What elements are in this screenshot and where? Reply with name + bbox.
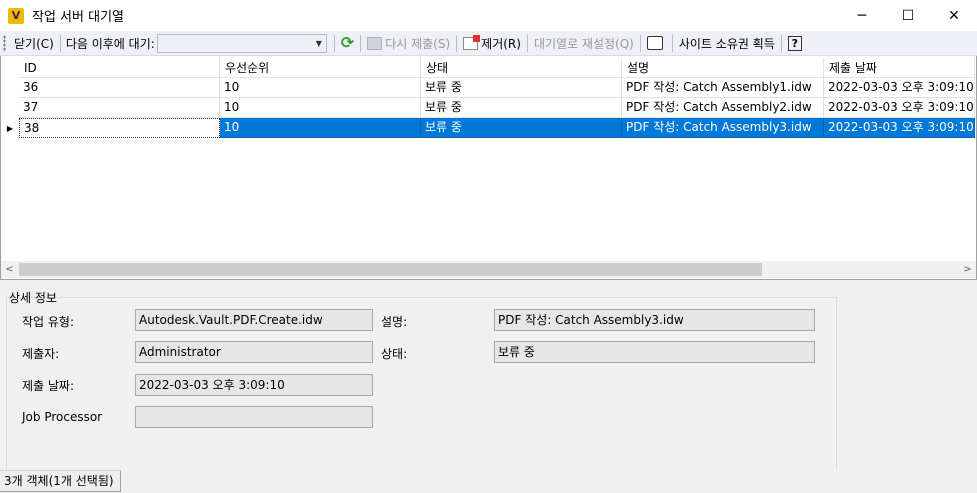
submit-date-label: 제출 날짜: — [22, 379, 75, 393]
row-indicator — [1, 78, 19, 98]
cell-status[interactable]: 보류 중 — [421, 78, 622, 98]
title-bar: V 작업 서버 대기열 ─ ☐ ✕ — [0, 0, 977, 31]
close-window-button[interactable]: ✕ — [931, 0, 977, 31]
details-title: 상세 정보 — [9, 291, 57, 305]
toolbar-separator — [59, 34, 61, 52]
job-type-label: 작업 유형: — [22, 315, 75, 329]
site-ownership-button[interactable]: 사이트 소유권 획득 — [676, 33, 778, 54]
remove-icon — [463, 34, 481, 50]
chevron-down-icon[interactable]: ▼ — [312, 35, 326, 52]
description-field[interactable]: PDF 작성: Catch Assembly3.idw — [494, 309, 815, 331]
help-icon: ? — [787, 35, 802, 51]
submit-date-field[interactable]: 2022-03-03 오후 3:09:10 — [135, 374, 373, 396]
column-header-id[interactable]: ID — [19, 58, 220, 78]
column-header-description[interactable]: 설명 — [622, 58, 824, 78]
toolbar-separator — [780, 34, 782, 52]
column-header-submit-date[interactable]: 제출 날짜 — [824, 58, 975, 78]
horizontal-scrollbar[interactable]: < > — [1, 261, 976, 278]
window-title: 작업 서버 대기열 — [32, 10, 124, 25]
cell-description[interactable]: PDF 작성: Catch Assembly1.idw — [622, 78, 824, 98]
cell-priority[interactable]: 10 — [220, 98, 421, 118]
cell-status[interactable]: 보류 중 — [421, 118, 622, 138]
scroll-right-icon[interactable]: > — [959, 261, 976, 278]
column-header-priority[interactable]: 우선순위 — [220, 58, 421, 78]
description-label: 설명: — [381, 315, 408, 329]
print-button[interactable] — [644, 33, 669, 54]
status-text: 3개 객체(1개 선택됨) — [0, 470, 121, 492]
table-row[interactable]: 36 10 보류 중 PDF 작성: Catch Assembly1.idw 2… — [1, 78, 977, 98]
submitter-field[interactable]: Administrator — [135, 341, 373, 363]
cell-submit-date[interactable]: 2022-03-03 오후 3:09:10 — [824, 98, 975, 118]
refresh-button[interactable]: ⟳ — [338, 33, 357, 54]
status-field[interactable]: 보류 중 — [494, 341, 815, 363]
job-queue-grid: ID 우선순위 상태 설명 제출 날짜 36 10 보류 중 PDF 작성: C… — [0, 56, 977, 280]
toolbar-separator — [333, 34, 335, 52]
maximize-button[interactable]: ☐ — [885, 0, 931, 31]
job-processor-label: Job Processor — [22, 410, 103, 424]
scroll-left-icon[interactable]: < — [1, 261, 18, 278]
cell-submit-date[interactable]: 2022-03-03 오후 3:09:10 — [824, 78, 975, 98]
cell-priority[interactable]: 10 — [220, 118, 421, 138]
close-button[interactable]: 닫기(C) — [11, 33, 57, 54]
vault-app-icon: V — [8, 7, 24, 24]
toolbar-separator — [639, 34, 641, 52]
table-row-selected[interactable]: ▶ 38 10 보류 중 PDF 작성: Catch Assembly3.idw… — [1, 118, 977, 138]
toolbar-separator — [360, 34, 362, 52]
toolbar: 닫기(C) 다음 이후에 대기: ▼ ⟳ 다시 제출(S) 제거(R) 대기열로… — [0, 31, 977, 56]
table-row[interactable]: 37 10 보류 중 PDF 작성: Catch Assembly2.idw 2… — [1, 98, 977, 118]
cell-description[interactable]: PDF 작성: Catch Assembly3.idw — [622, 118, 824, 138]
window-controls: ─ ☐ ✕ — [839, 0, 977, 31]
resubmit-icon — [367, 36, 383, 50]
toolbar-separator — [526, 34, 528, 52]
submitter-label: 제출자: — [22, 347, 60, 361]
remove-button[interactable]: 제거(R) — [460, 33, 524, 54]
cell-description[interactable]: PDF 작성: Catch Assembly2.idw — [622, 98, 824, 118]
job-processor-field[interactable] — [135, 406, 373, 428]
details-panel: 상세 정보 작업 유형: Autodesk.Vault.PDF.Create.i… — [0, 281, 977, 470]
help-button[interactable]: ? — [785, 33, 805, 54]
wait-after-combo[interactable]: ▼ — [156, 33, 327, 53]
job-queue-window: V 작업 서버 대기열 ─ ☐ ✕ 닫기(C) 다음 이후에 대기: ▼ ⟳ 다… — [0, 0, 977, 493]
scrollbar-thumb[interactable] — [19, 263, 762, 276]
minimize-button[interactable]: ─ — [839, 0, 885, 31]
cell-status[interactable]: 보류 중 — [421, 98, 622, 118]
cell-priority[interactable]: 10 — [220, 78, 421, 98]
reset-queue-button[interactable]: 대기열로 재설정(Q) — [531, 33, 637, 54]
printer-icon — [646, 36, 663, 50]
toolbar-separator — [456, 34, 458, 52]
cell-id[interactable]: 36 — [19, 78, 220, 98]
resubmit-label: 다시 제출(S) — [385, 36, 451, 51]
cell-submit-date[interactable]: 2022-03-03 오후 3:09:10 — [824, 118, 975, 138]
grid-rows: 36 10 보류 중 PDF 작성: Catch Assembly1.idw 2… — [1, 78, 977, 138]
wait-after-label: 다음 이후에 대기: — [65, 36, 155, 51]
row-indicator — [1, 98, 19, 118]
job-type-field[interactable]: Autodesk.Vault.PDF.Create.idw — [135, 309, 373, 331]
cell-id[interactable]: 37 — [19, 98, 220, 118]
cell-id[interactable]: 38 — [19, 118, 220, 138]
remove-label: 제거(R) — [481, 36, 521, 51]
toolbar-separator — [671, 34, 673, 52]
column-header-status[interactable]: 상태 — [421, 58, 622, 78]
status-bar: 3개 객체(1개 선택됨) — [0, 470, 977, 493]
grid-header: ID 우선순위 상태 설명 제출 날짜 — [19, 58, 975, 78]
status-label: 상태: — [381, 347, 408, 361]
refresh-icon: ⟳ — [340, 33, 355, 52]
resubmit-button[interactable]: 다시 제출(S) — [364, 33, 453, 54]
current-row-arrow-icon: ▶ — [6, 123, 14, 133]
toolbar-grip-icon[interactable] — [3, 34, 6, 52]
